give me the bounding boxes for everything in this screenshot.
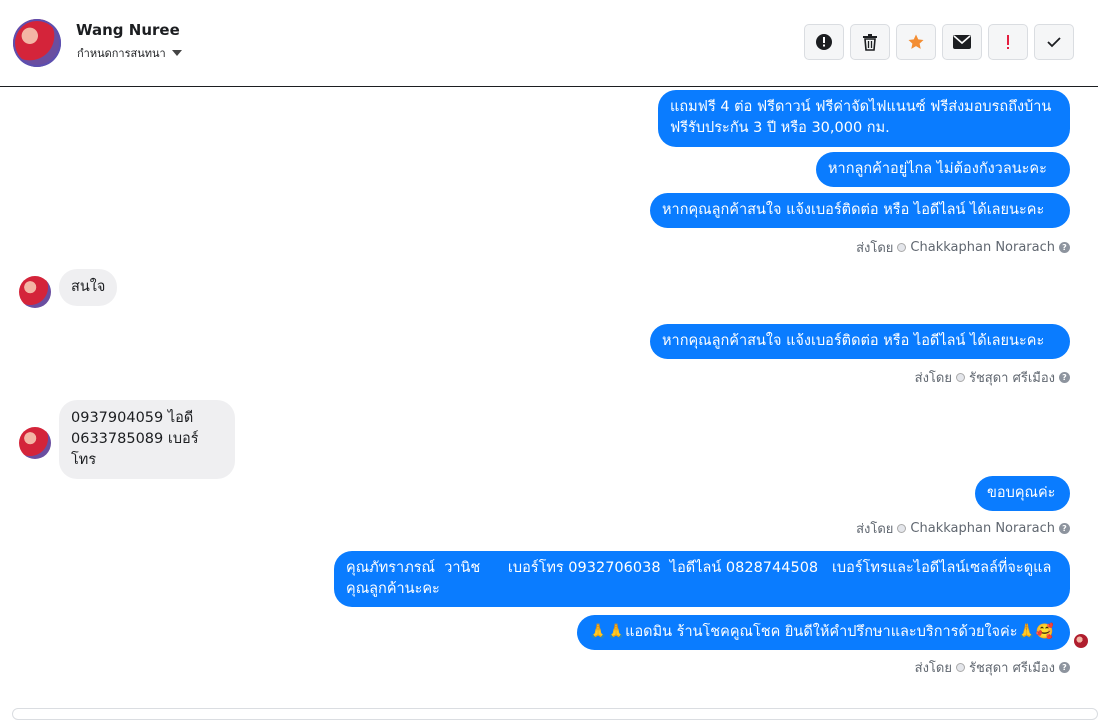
sent-by-label: ส่งโดย [914, 371, 952, 386]
contact-name[interactable]: Wang Nuree [76, 21, 180, 39]
contact-avatar[interactable] [13, 19, 61, 67]
sender-name[interactable]: รัชสุดา ศรีเมือง [969, 367, 1055, 388]
message-composer[interactable] [12, 708, 1098, 720]
sent-by-info: ส่งโดย รัชสุดา ศรีเมือง ? [915, 367, 1070, 388]
sent-by-info: ส่งโดย Chakkaphan Norarach ? [856, 237, 1070, 258]
sent-by-label: ส่งโดย [856, 241, 894, 256]
important-button[interactable] [988, 24, 1028, 60]
sent-by-label: ส่งโดย [856, 522, 894, 537]
sender-name[interactable]: รัชสุดา ศรีเมือง [969, 657, 1055, 678]
outgoing-message[interactable]: คุณภัทราภรณ์ วานิช เบอร์โทร 0932706038 ไ… [334, 551, 1070, 607]
contact-avatar-small[interactable] [19, 427, 51, 459]
outgoing-message[interactable]: แถมฟรี 4 ต่อ ฟรีดาวน์ ฟรีค่าจัดไฟแนนซ์ ฟ… [658, 90, 1070, 147]
caret-down-icon [171, 50, 182, 56]
sent-by-info: ส่งโดย รัชสุดา ศรีเมือง ? [915, 657, 1070, 678]
sender-name[interactable]: Chakkaphan Norarach [910, 521, 1055, 536]
outgoing-message[interactable]: หากคุณลูกค้าสนใจ แจ้งเบอร์ติดต่อ หรือ ไอ… [650, 193, 1070, 228]
sender-name[interactable]: Chakkaphan Norarach [910, 240, 1055, 255]
outgoing-message[interactable]: 🙏🙏แอดมิน ร้านโชคคูณโชค ยินดีให้คำปรึกษาแ… [577, 615, 1070, 650]
message-thread[interactable]: แถมฟรี 4 ต่อ ฟรีดาวน์ ฟรีค่าจัดไฟแนนซ์ ฟ… [0, 88, 1098, 715]
assign-conversation-label: กำหนดการสนทนา [77, 47, 166, 60]
sent-by-label: ส่งโดย [914, 661, 952, 676]
outgoing-message[interactable]: หากลูกค้าอยู่ไกล ไม่ต้องกังวลนะคะ [816, 152, 1070, 187]
incoming-message[interactable]: สนใจ [59, 269, 118, 306]
help-icon[interactable]: ? [1059, 662, 1070, 673]
star-button[interactable] [896, 24, 936, 60]
conversation-header: Wang Nuree กำหนดการสนทนา [0, 0, 1098, 87]
trash-icon [863, 34, 877, 51]
help-icon[interactable]: ? [1059, 372, 1070, 383]
mail-button[interactable] [942, 24, 982, 60]
contact-avatar-small[interactable] [19, 276, 51, 308]
report-icon [816, 34, 832, 50]
done-button[interactable] [1034, 24, 1074, 60]
important-icon [1007, 35, 1009, 49]
verified-dot-icon [955, 373, 965, 382]
check-icon [1047, 37, 1061, 48]
incoming-message[interactable]: 0937904059 ไอดี 0633785089 เบอร์โทร [59, 400, 235, 479]
help-icon[interactable]: ? [1059, 242, 1070, 253]
verified-dot-icon [955, 663, 965, 672]
help-icon[interactable]: ? [1059, 523, 1070, 534]
header-toolbar [804, 24, 1074, 60]
star-icon [908, 34, 924, 49]
verified-dot-icon [897, 243, 907, 252]
assign-conversation-dropdown[interactable]: กำหนดการสนทนา [77, 44, 182, 62]
verified-dot-icon [897, 524, 907, 533]
sent-by-info: ส่งโดย Chakkaphan Norarach ? [856, 518, 1070, 539]
outgoing-message[interactable]: หากคุณลูกค้าสนใจ แจ้งเบอร์ติดต่อ หรือ ไอ… [650, 324, 1070, 359]
report-button[interactable] [804, 24, 844, 60]
delete-button[interactable] [850, 24, 890, 60]
seen-avatar [1074, 634, 1088, 648]
mail-icon [953, 35, 971, 49]
outgoing-message[interactable]: ขอบคุณค่ะ [975, 476, 1070, 511]
